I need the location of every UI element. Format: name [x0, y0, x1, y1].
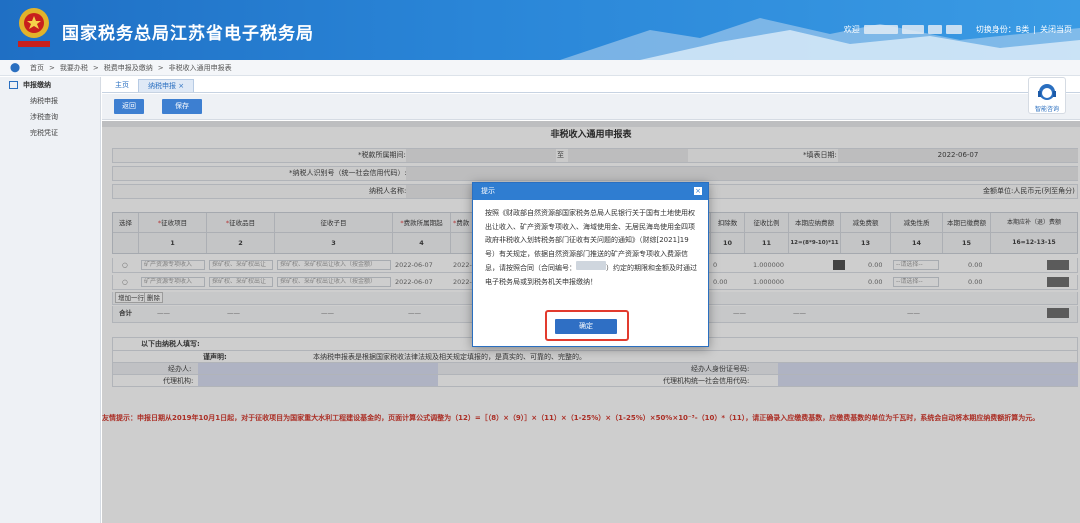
ok-button[interactable]: 确定 — [555, 319, 617, 334]
back-button[interactable]: 返回 — [114, 99, 144, 114]
save-button[interactable]: 保存 — [162, 99, 202, 114]
user-info-masked — [945, 25, 962, 34]
breadcrumb-home[interactable]: 首页 — [30, 63, 44, 73]
tab-home[interactable]: 主页 — [106, 79, 138, 92]
site-header: 国家税务总局江苏省电子税务局 欢迎 切换身份：B类 | 关闭当页 — [0, 0, 1080, 60]
sidebar-heading[interactable]: 申报缴纳 — [0, 77, 100, 93]
sidebar-item-tax-voucher[interactable]: 完税凭证 — [0, 125, 100, 141]
breadcrumb-declare[interactable]: 税费申报及缴纳 — [104, 63, 153, 73]
sidebar-item-tax-declare[interactable]: 纳税申报 — [0, 93, 100, 109]
breadcrumb-current: 非税收入通用申报表 — [168, 63, 232, 72]
user-info-masked — [901, 25, 924, 34]
user-name-masked — [863, 25, 898, 34]
tab-bar: 主页 纳税申报 × — [102, 78, 1080, 93]
location-pin-icon: ⬤ — [10, 62, 21, 73]
close-page-link[interactable]: 关闭当页 — [1040, 24, 1072, 35]
dialog-message: 按照《财政部自然资源部国家税务总局人民银行关于国有土地使用权出让收入、矿产资源专… — [473, 200, 708, 289]
sidebar-heading-label: 申报缴纳 — [23, 81, 51, 89]
breadcrumb-tax[interactable]: 我要办税 — [60, 63, 88, 73]
dialog-header: 提示 × — [473, 183, 708, 200]
switch-identity-link[interactable]: 切换身份：B类 — [976, 24, 1030, 35]
sidebar: 申报缴纳 纳税申报 涉税查询 完税凭证 — [0, 77, 101, 523]
divider: | — [1033, 25, 1036, 34]
breadcrumb: ⬤ 首页 > 我要办税 > 税费申报及缴纳 > 非税收入通用申报表 — [0, 60, 1080, 76]
header-user-area: 欢迎 切换身份：B类 | 关闭当页 — [844, 24, 1072, 35]
user-info-masked — [927, 25, 942, 34]
dialog-title: 提示 — [481, 187, 495, 195]
tab-tax-declare[interactable]: 纳税申报 × — [138, 79, 195, 92]
smart-consult-label: 智能咨询 — [1034, 106, 1059, 113]
site-title: 国家税务总局江苏省电子税务局 — [62, 24, 314, 44]
sidebar-item-tax-query[interactable]: 涉税查询 — [0, 109, 100, 125]
tax-emblem-icon — [18, 8, 50, 47]
headset-icon — [1038, 84, 1056, 100]
tab-close-icon[interactable]: × — [178, 82, 184, 90]
menu-grid-icon — [9, 81, 18, 89]
close-icon[interactable]: × — [694, 187, 702, 195]
toolbar: 返回 保存 — [102, 94, 1080, 120]
tab-label: 纳税申报 — [148, 82, 176, 90]
prompt-dialog: 提示 × 按照《财政部自然资源部国家税务总局人民银行关于国有土地使用权出让收入、… — [472, 182, 709, 347]
welcome-text: 欢迎 — [843, 25, 860, 34]
smart-consult-button[interactable]: 智能咨询 — [1028, 77, 1066, 114]
contract-number-masked — [576, 261, 606, 270]
